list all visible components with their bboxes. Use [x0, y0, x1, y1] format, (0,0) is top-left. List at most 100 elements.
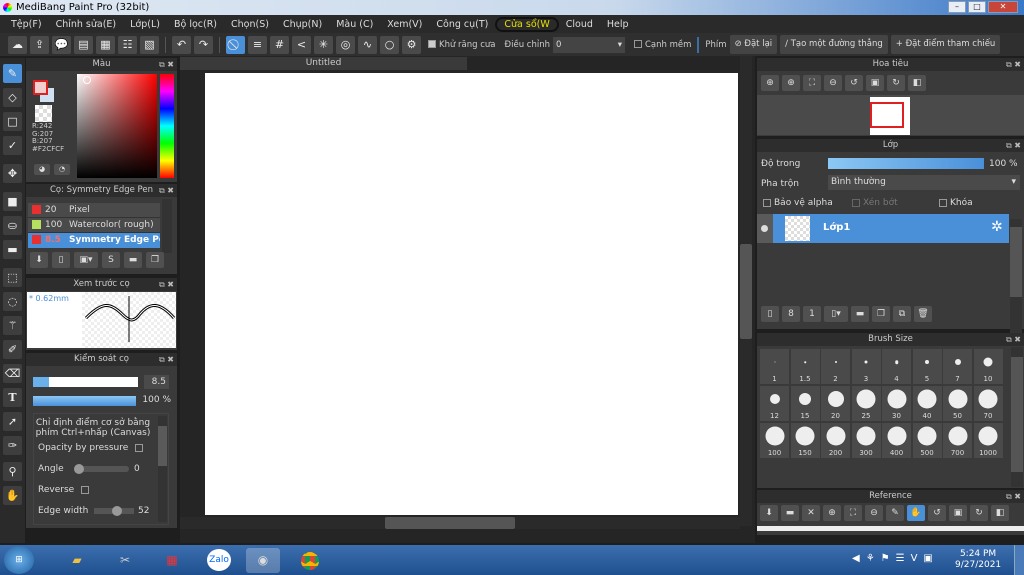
start-button[interactable]: ⊞ [4, 546, 34, 574]
brush-size-scrollbar[interactable] [1011, 347, 1023, 487]
brush-size-slider[interactable] [33, 377, 138, 387]
brush-size-70[interactable]: 70 [973, 386, 1003, 421]
float-close-icon[interactable]: ⧉ ✖ [159, 58, 174, 71]
script-brush-icon[interactable]: S [102, 252, 120, 268]
gear-icon[interactable]: ✲ [991, 219, 1003, 235]
zoom-out-icon[interactable]: ⊖ [824, 75, 842, 91]
color-picker-icon[interactable]: ◔ [54, 164, 70, 175]
brush-size-3[interactable]: 3 [851, 349, 881, 384]
zoom-actual-icon[interactable]: ⊕ [761, 75, 779, 91]
snap-circle-icon[interactable]: ○ [380, 35, 399, 54]
float-close-icon[interactable]: ⧉ ✖ [1006, 139, 1021, 152]
snap-grid-icon[interactable]: # [270, 35, 289, 54]
float-close-icon[interactable]: ⧉ ✖ [159, 184, 174, 197]
medibang-taskbar-icon[interactable]: ◉ [246, 548, 280, 573]
reset-view-icon[interactable]: ▣ [866, 75, 884, 91]
shape-tool-icon[interactable]: □ [3, 112, 22, 131]
chrome-icon[interactable] [293, 548, 327, 573]
zoom-in-icon[interactable]: ⊕ [782, 75, 800, 91]
move-tool-icon[interactable]: ✥ [3, 164, 22, 183]
bucket-tool-icon[interactable]: ⛀ [3, 216, 22, 235]
rotate-right-icon[interactable]: ↻ [887, 75, 905, 91]
brush-size-150[interactable]: 150 [790, 423, 820, 458]
float-close-icon[interactable]: ⧉ ✖ [159, 353, 174, 366]
eyedropper-tool-icon[interactable]: ⚲ [3, 462, 22, 481]
redo-button[interactable]: ↷ [194, 35, 213, 54]
eraser-tool-icon[interactable]: ◇ [3, 88, 22, 107]
new-brush-icon[interactable]: ▯ [52, 252, 70, 268]
brush-list-scrollbar[interactable] [162, 199, 172, 253]
document-tab[interactable]: Untitled [180, 57, 467, 70]
drawing-canvas[interactable] [205, 73, 738, 515]
brush-size-30[interactable]: 30 [882, 386, 911, 421]
float-close-icon[interactable]: ⧉ ✖ [1006, 490, 1021, 503]
menu-cloud[interactable]: Cloud [559, 19, 600, 30]
duplicate-layer-icon[interactable]: ❐ [872, 306, 890, 322]
brush-size-200[interactable]: 200 [821, 423, 850, 458]
zoom-out-icon[interactable]: ⊖ [865, 505, 883, 521]
reference-canvas[interactable] [757, 526, 1024, 531]
brush-size-100[interactable]: 100 [760, 423, 789, 458]
select-eraser-tool-icon[interactable]: ⌫ [3, 364, 22, 383]
dot-tool-icon[interactable]: ✓ [3, 136, 22, 155]
magic-wand-tool-icon[interactable]: ⚚ [3, 316, 22, 335]
float-close-icon[interactable]: ⧉ ✖ [1006, 58, 1021, 71]
app-icon[interactable]: ▦ [155, 548, 189, 573]
brush-size-5[interactable]: 5 [912, 349, 942, 384]
snap-concentric-icon[interactable]: ◎ [336, 35, 355, 54]
text-tool-icon[interactable]: T [3, 388, 22, 407]
snap-off-icon[interactable]: ⃠ [226, 35, 245, 54]
add-layer-dropdown-icon[interactable]: ▯▾ [824, 306, 848, 322]
brush-size-12[interactable]: 12 [760, 386, 789, 421]
viewport-indicator[interactable] [870, 102, 904, 128]
rotate-left-icon[interactable]: ↺ [928, 505, 946, 521]
add-brush-dropdown-icon[interactable]: ▣▾ [74, 252, 98, 268]
flip-horizontal-icon[interactable]: ◧ [908, 75, 926, 91]
undo-button[interactable]: ↶ [172, 35, 191, 54]
brush-size-10[interactable]: 10 [973, 349, 1003, 384]
options-scrollbar[interactable] [158, 416, 167, 522]
brush-size-700[interactable]: 700 [943, 423, 972, 458]
layer-opacity-slider[interactable] [828, 158, 984, 169]
folder-icon[interactable]: ▬ [851, 306, 869, 322]
menu-select[interactable]: Chọn(S) [224, 19, 276, 30]
share-icon[interactable]: ⇪ [30, 35, 49, 54]
cloud-icon[interactable]: ☁ [8, 35, 27, 54]
layer-scrollbar[interactable] [1010, 219, 1022, 339]
brush-size-50[interactable]: 50 [943, 386, 972, 421]
file-explorer-icon[interactable]: ▰ [60, 548, 94, 573]
brush-size-500[interactable]: 500 [912, 423, 942, 458]
page-icon[interactable]: ▦ [96, 35, 115, 54]
new-layer-icon[interactable]: ▯ [761, 306, 779, 322]
brush-size-1.5[interactable]: 1.5 [790, 349, 820, 384]
brush-size-value[interactable]: 8.5 [144, 375, 169, 389]
palette-icon[interactable]: ◕ [34, 164, 50, 175]
menu-edit[interactable]: Chỉnh sửa(E) [49, 19, 124, 30]
layer-row[interactable]: Lớp1 ✲ [757, 214, 1009, 243]
brush-size-15[interactable]: 15 [790, 386, 820, 421]
lasso-tool-icon[interactable]: ◌ [3, 292, 22, 311]
close-window-button[interactable]: ✕ [988, 1, 1018, 13]
reset-button[interactable]: ⊘ Đặt lại [729, 35, 778, 54]
zoom-in-icon[interactable]: ⊕ [823, 505, 841, 521]
clipping-checkbox[interactable]: Xén bớt [852, 198, 898, 208]
brush-item-symmetry-edge-pen[interactable]: 8.5 Symmetry Edge Pen [28, 233, 160, 248]
primary-color-swatch[interactable] [33, 80, 48, 95]
divide-tool-icon[interactable]: ✑ [3, 436, 22, 455]
blend-mode-dropdown[interactable]: Bình thường ▾ [828, 175, 1020, 190]
comment-icon[interactable]: 💬 [52, 35, 71, 54]
picker-cursor[interactable] [83, 76, 91, 84]
fit-window-icon[interactable]: ⛶ [844, 505, 862, 521]
brush-size-25[interactable]: 25 [851, 386, 881, 421]
navigator-preview[interactable] [757, 95, 1024, 135]
hue-slider[interactable] [160, 74, 174, 178]
close-icon[interactable]: ✕ [802, 505, 820, 521]
maximize-button[interactable]: □ [968, 1, 986, 13]
select-pen-tool-icon[interactable]: ✐ [3, 340, 22, 359]
hand-icon[interactable]: ✋ [907, 505, 925, 521]
brush-size-7[interactable]: 7 [943, 349, 972, 384]
new-1bit-layer-icon[interactable]: 1 [803, 306, 821, 322]
menu-view[interactable]: Xem(V) [380, 19, 429, 30]
operation-tool-icon[interactable]: ➚ [3, 412, 22, 431]
visibility-toggle[interactable] [757, 214, 773, 243]
